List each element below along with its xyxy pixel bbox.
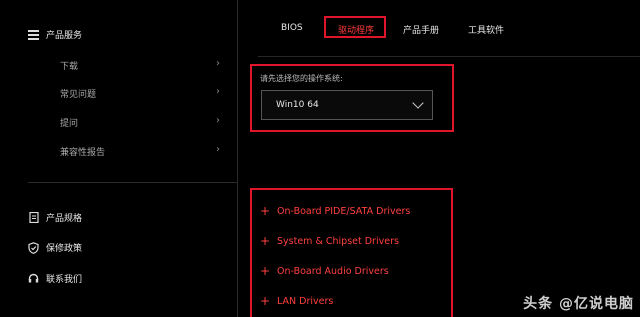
sidebar-item-spec[interactable]: 产品规格 bbox=[28, 211, 82, 224]
chevron-right-icon: › bbox=[216, 58, 220, 69]
sidebar-item-compat[interactable]: 兼容性报告 › bbox=[60, 144, 220, 158]
driver-item[interactable]: + On-Board PIDE/SATA Drivers bbox=[260, 204, 410, 218]
sidebar-header[interactable]: 产品服务 bbox=[28, 28, 82, 41]
chevron-down-icon bbox=[412, 97, 424, 109]
sidebar-item-label: 提问 bbox=[60, 119, 79, 129]
sidebar-header-label: 产品服务 bbox=[46, 31, 83, 41]
sidebar-item-download[interactable]: 下载 › bbox=[60, 58, 220, 72]
plus-icon: + bbox=[260, 294, 271, 308]
driver-item[interactable]: + On-Board Audio Drivers bbox=[260, 264, 389, 278]
tab-drivers[interactable]: 驱动程序 bbox=[338, 23, 374, 36]
plus-icon: + bbox=[260, 264, 271, 278]
driver-label: LAN Drivers bbox=[277, 295, 334, 307]
sidebar-item-warranty[interactable]: 保修政策 bbox=[28, 241, 82, 254]
tab-tools[interactable]: 工具软件 bbox=[468, 23, 504, 36]
sidebar-item-label: 兼容性报告 bbox=[60, 148, 106, 158]
sidebar-item-label: 下载 bbox=[60, 62, 79, 72]
chevron-right-icon: › bbox=[216, 86, 220, 97]
sidebar-divider bbox=[28, 182, 237, 183]
sidebar-item-faq[interactable]: 常见问题 › bbox=[60, 86, 220, 100]
os-select[interactable]: Win10 64 bbox=[261, 90, 433, 120]
doc-icon bbox=[28, 212, 39, 223]
chevron-right-icon: › bbox=[216, 115, 220, 126]
sidebar-item-label: 联系我们 bbox=[46, 275, 83, 285]
watermark: 头条 @亿说电脑 bbox=[523, 296, 634, 312]
sidebar: 产品服务 下载 › 常见问题 › 提问 › 兼容性报告 › 产品规格 保修政策 … bbox=[0, 0, 238, 317]
shield-check-icon bbox=[28, 241, 39, 254]
tab-bar bbox=[258, 0, 640, 57]
tab-manual[interactable]: 产品手册 bbox=[403, 23, 439, 36]
os-select-value: Win10 64 bbox=[276, 100, 319, 110]
sidebar-item-label: 常见问题 bbox=[60, 90, 97, 100]
sidebar-item-label: 产品规格 bbox=[46, 214, 83, 224]
driver-item[interactable]: + LAN Drivers bbox=[260, 294, 333, 308]
sidebar-item-contact[interactable]: 联系我们 bbox=[28, 272, 82, 285]
tab-active-underline bbox=[327, 36, 385, 38]
plus-icon: + bbox=[260, 204, 271, 218]
plus-icon: + bbox=[260, 234, 271, 248]
tab-bios[interactable]: BIOS bbox=[281, 23, 303, 33]
driver-label: On-Board PIDE/SATA Drivers bbox=[277, 205, 411, 217]
driver-label: System & Chipset Drivers bbox=[277, 235, 399, 247]
driver-item[interactable]: + System & Chipset Drivers bbox=[260, 234, 399, 248]
page: 产品服务 下载 › 常见问题 › 提问 › 兼容性报告 › 产品规格 保修政策 … bbox=[0, 0, 640, 317]
driver-label: On-Board Audio Drivers bbox=[277, 265, 389, 277]
os-label: 请先选择您的操作系统: bbox=[260, 74, 343, 83]
sidebar-item-label: 保修政策 bbox=[46, 244, 83, 254]
chevron-right-icon: › bbox=[216, 144, 220, 155]
headset-icon bbox=[28, 273, 39, 284]
list-icon bbox=[28, 29, 39, 40]
sidebar-item-ask[interactable]: 提问 › bbox=[60, 115, 220, 129]
